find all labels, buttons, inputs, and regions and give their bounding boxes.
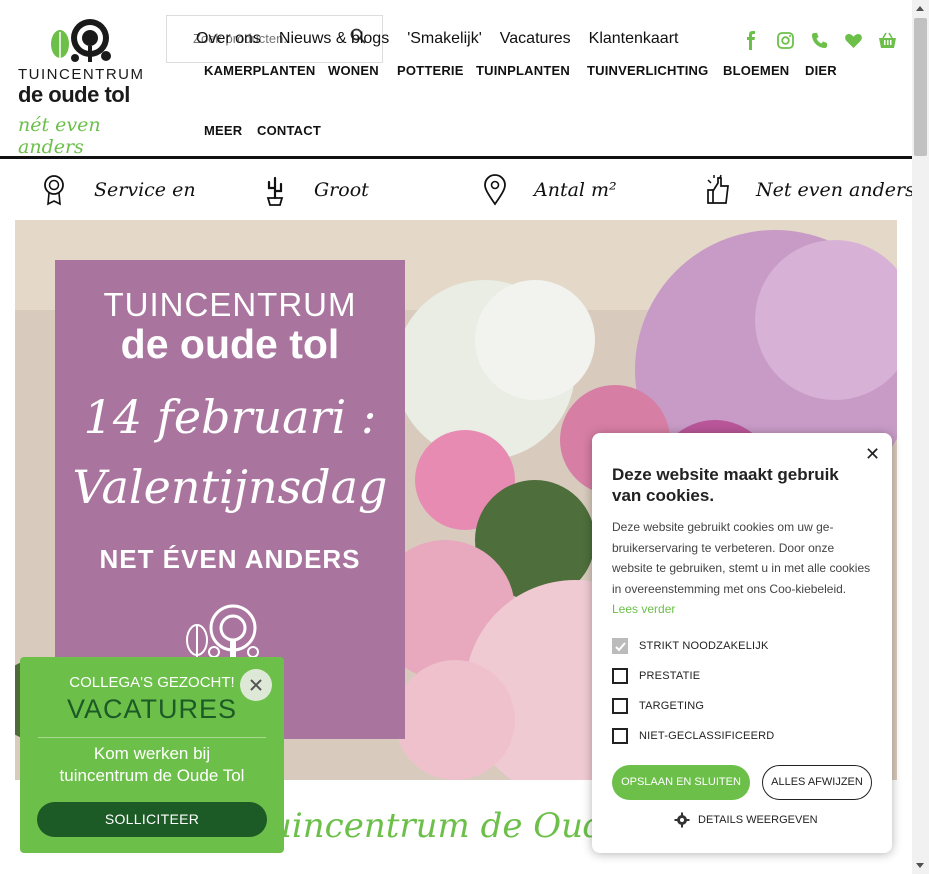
instagram-icon[interactable] (776, 31, 795, 50)
usp-groot-label: Groot (314, 179, 369, 201)
vacatures-body-line1: Kom werken bij (93, 744, 211, 763)
solliciteer-button[interactable]: SOLLICITEER (37, 802, 267, 837)
cookie-option-label: STRIKT NOODZAKELIJK (639, 640, 769, 652)
logo-line1: TUINCENTRUM (18, 66, 145, 83)
vacatures-divider (38, 737, 266, 738)
cookie-option-label: PRESTATIE (639, 670, 701, 682)
logo-tree-icon (186, 604, 259, 658)
cookie-body: Deze website gebruikt cookies om uw ge-b… (612, 517, 872, 620)
cookie-body-text: Deze website gebruikt cookies om uw ge-b… (612, 520, 871, 596)
cookie-consent-popup: ✕ Deze website maakt gebruik van cookies… (592, 433, 892, 853)
cookie-option-targeting[interactable]: TARGETING (612, 697, 832, 715)
top-navigation: Over ons Nieuws & blogs 'Smakelijk' Vaca… (196, 30, 696, 48)
cookie-option-label: TARGETING (639, 700, 705, 712)
hero-line3: 14 februari : (83, 390, 377, 444)
cookie-close-icon[interactable]: ✕ (865, 444, 880, 465)
cookie-option-unclassified[interactable]: NIET-GECLASSIFICEERD (612, 727, 832, 745)
usp-service: Service en (42, 172, 196, 208)
scroll-up-arrow-icon[interactable] (916, 6, 924, 11)
gear-icon (674, 812, 690, 828)
nav-contact[interactable]: CONTACT (257, 123, 321, 138)
vacatures-title: VACATURES (66, 694, 238, 724)
location-pin-icon (484, 174, 506, 206)
hero-line4: Valentijnsdag (72, 460, 388, 514)
nav-wonen[interactable]: WONEN (328, 63, 379, 78)
nav-tuinverlichting[interactable]: TUINVERLICHTING (587, 63, 708, 78)
nav-dier[interactable]: DIER (805, 63, 837, 78)
scrollbar-thumb[interactable] (914, 18, 927, 156)
usp-groot: Groot (263, 172, 369, 208)
hero-line5: NET ÉVEN ANDERS (99, 544, 361, 574)
topnav-smakelijk[interactable]: 'Smakelijk' (407, 30, 482, 48)
vacatures-body-line2: tuincentrum de Oude Tol (59, 766, 245, 785)
nav-meer[interactable]: MEER (204, 123, 242, 138)
cookie-option-label: NIET-GECLASSIFICEERD (639, 730, 775, 742)
cookie-reject-all-button[interactable]: ALLES AFWIJZEN (762, 765, 872, 800)
nav-tuinplanten[interactable]: TUINPLANTEN (476, 63, 570, 78)
cookie-details-label: DETAILS WEERGEVEN (698, 814, 818, 826)
vacatures-popup: COLLEGA'S GEZOCHT! VACATURES Kom werken … (20, 657, 284, 853)
award-icon (44, 175, 64, 206)
site-logo[interactable]: TUINCENTRUM de oude tol nét even anders (18, 18, 148, 158)
facebook-icon[interactable] (742, 31, 761, 50)
usp-oppervlak: Antal m² (483, 172, 617, 208)
logo-tagline: nét even anders (18, 114, 101, 158)
social-links (742, 31, 897, 50)
usp-oppervlak-label: Antal m² (534, 179, 617, 201)
thumbs-up-icon (707, 174, 729, 204)
usp-service-label: Service en (94, 179, 196, 201)
vacatures-eyebrow: COLLEGA'S GEZOCHT! (69, 674, 235, 691)
topnav-klantenkaart[interactable]: Klantenkaart (589, 30, 679, 48)
nav-kamerplanten[interactable]: KAMERPLANTEN (204, 63, 315, 78)
phone-icon[interactable] (810, 31, 829, 50)
cookie-read-more-link[interactable]: Lees verder (612, 602, 675, 616)
heart-icon[interactable] (844, 31, 863, 50)
cookie-save-button[interactable]: OPSLAAN EN SLUITEN (612, 765, 750, 800)
nav-potterie[interactable]: POTTERIE (397, 63, 464, 78)
hero-line2: de oude tol (120, 321, 340, 367)
checkbox[interactable] (612, 668, 628, 684)
scroll-down-arrow-icon[interactable] (916, 863, 924, 868)
cookie-details-toggle[interactable]: DETAILS WEERGEVEN (674, 812, 818, 828)
usp-anders: Net even anders (705, 172, 915, 208)
vacatures-body: Kom werken bij tuincentrum de Oude Tol (20, 743, 284, 787)
checkbox[interactable] (612, 638, 628, 654)
checkbox[interactable] (612, 698, 628, 714)
checkbox[interactable] (612, 728, 628, 744)
checkmark-icon (615, 642, 626, 652)
logo-line2: de oude tol (18, 82, 130, 107)
hero-line1: TUINCENTRUM (103, 286, 357, 323)
cookie-title: Deze website maakt gebruik van cookies. (612, 465, 839, 505)
nav-bloemen[interactable]: BLOEMEN (723, 63, 789, 78)
header-divider (0, 156, 912, 159)
topnav-vacatures[interactable]: Vacatures (500, 30, 571, 48)
page-scrollbar[interactable] (912, 0, 929, 874)
cookie-option-performance[interactable]: PRESTATIE (612, 667, 832, 685)
logo-tree-icon (51, 19, 111, 62)
cookie-option-strictly-necessary[interactable]: STRIKT NOODZAKELIJK (612, 637, 832, 655)
topnav-nieuws-blogs[interactable]: Nieuws & blogs (279, 30, 389, 48)
usp-anders-label: Net even anders (756, 179, 915, 201)
basket-icon[interactable] (878, 31, 897, 50)
cactus-icon (266, 176, 284, 206)
topnav-over-ons[interactable]: Over ons (196, 30, 261, 48)
